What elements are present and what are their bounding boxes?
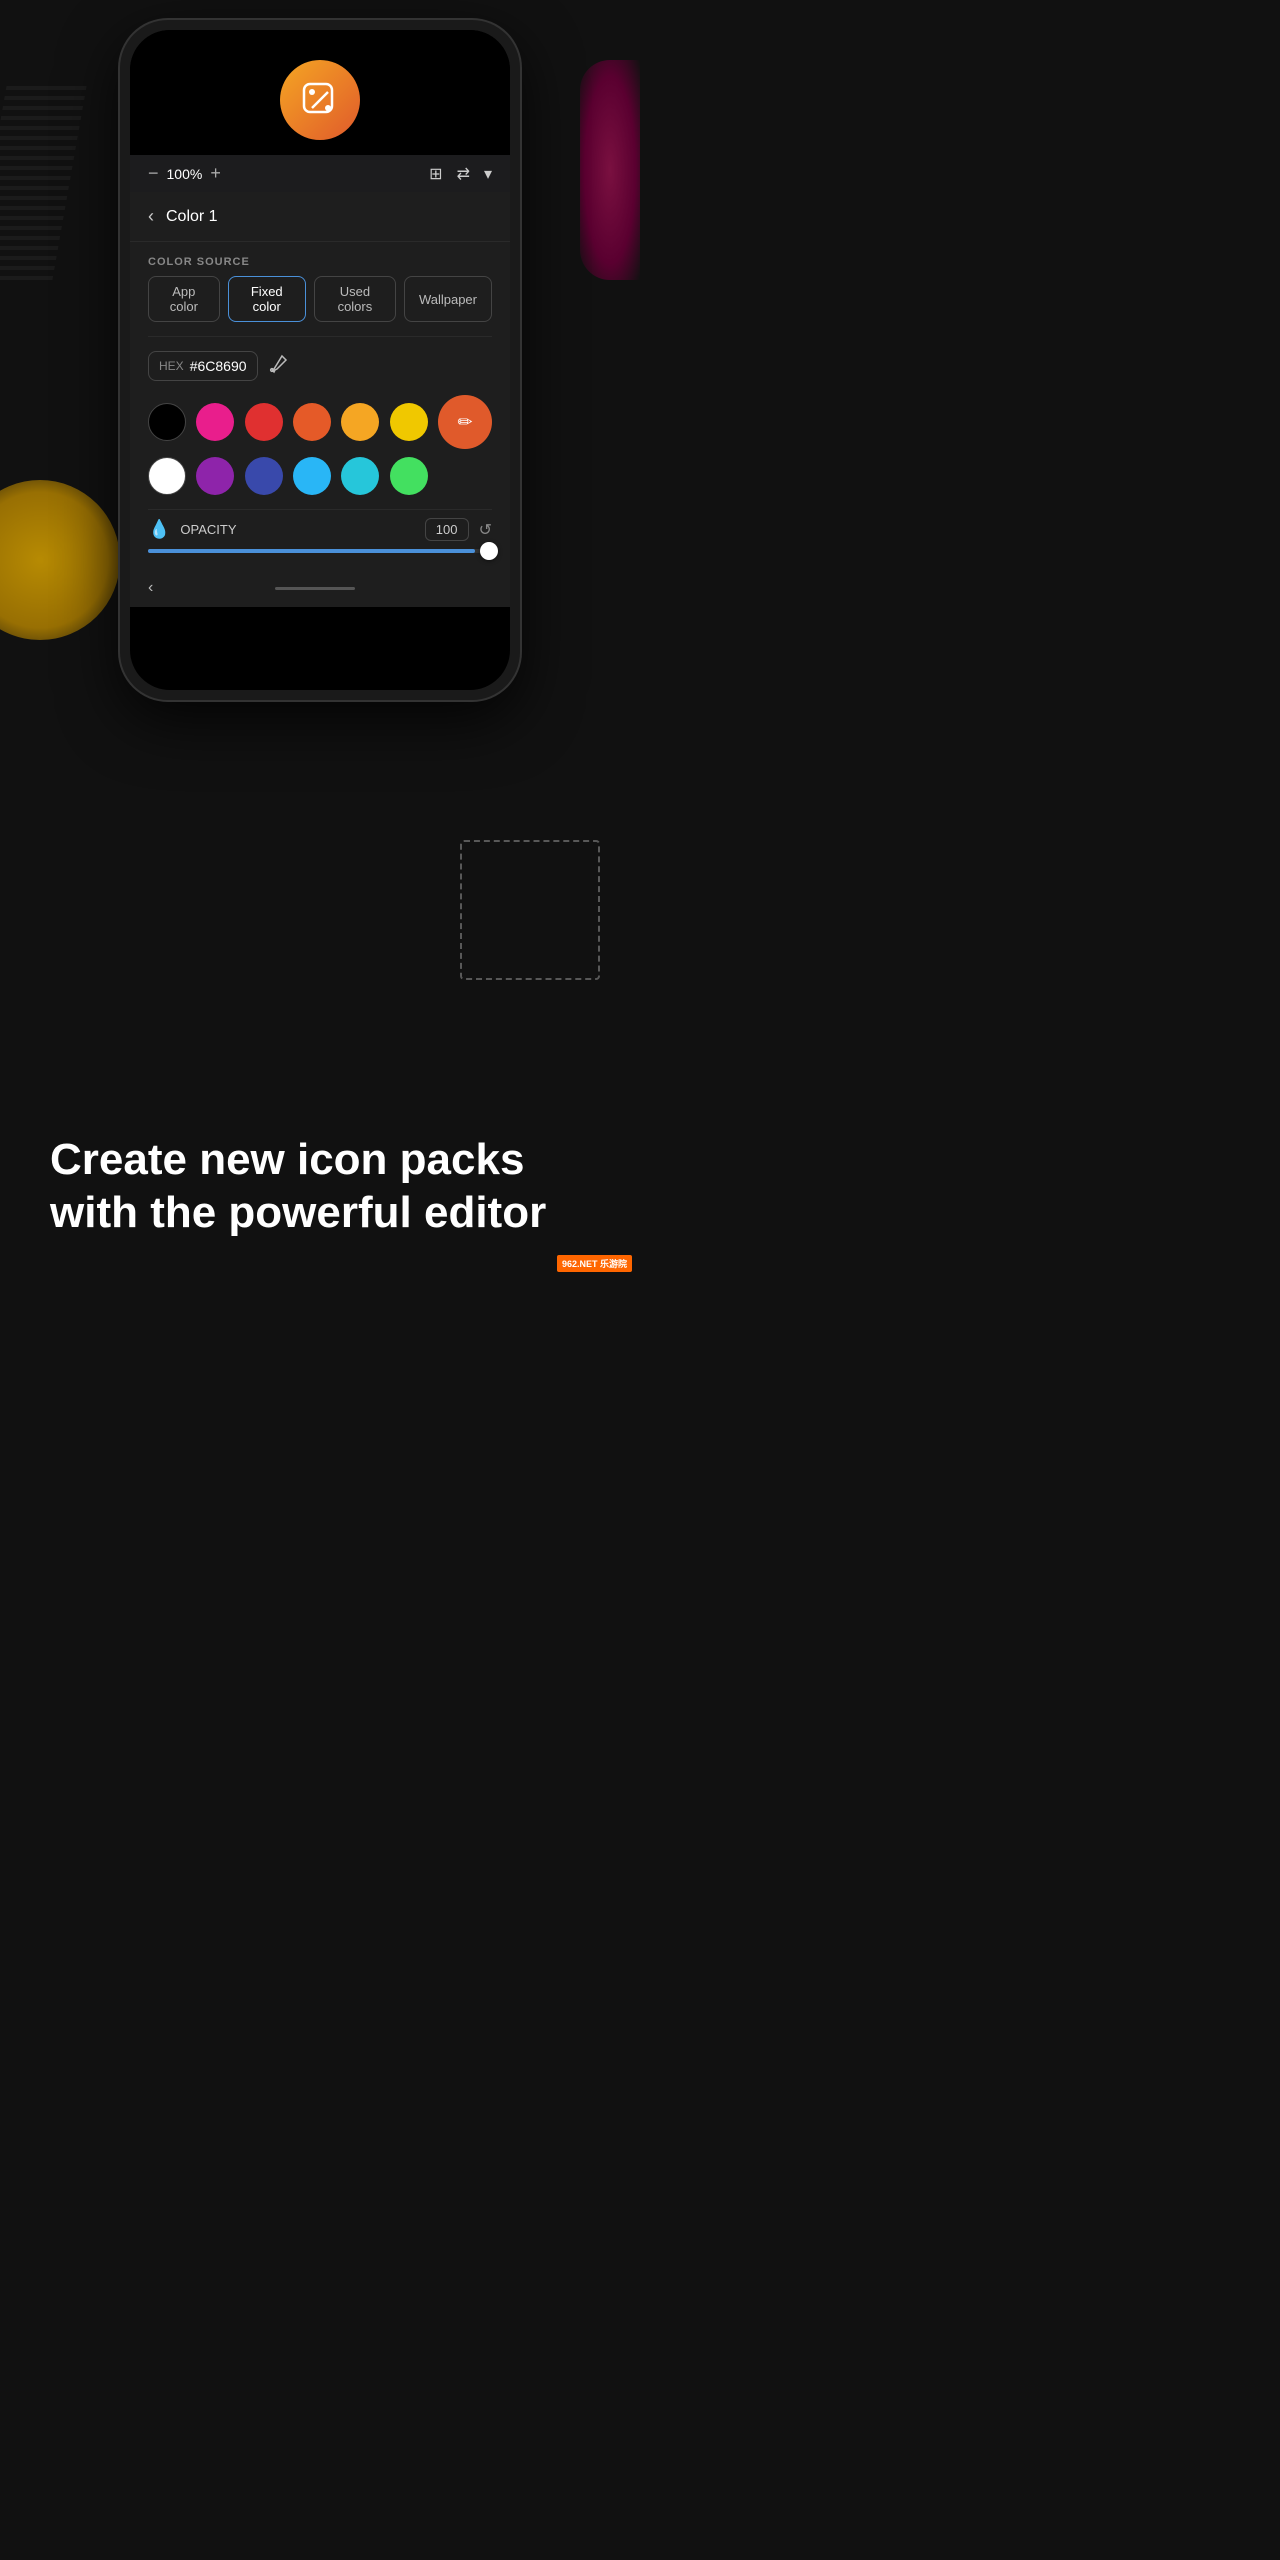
toolbar-right: ⊞ ⇄ ▾	[429, 164, 492, 184]
zoom-minus-button[interactable]: −	[148, 163, 159, 184]
opacity-value[interactable]: 100	[425, 518, 469, 541]
swatch-teal[interactable]	[341, 457, 379, 495]
swatches-grid: ✏	[130, 395, 510, 509]
toolbar-left: − 100% +	[148, 163, 221, 184]
bg-decoration-yellow	[0, 480, 120, 640]
bg-decoration-right	[580, 60, 640, 280]
swatch-red[interactable]	[245, 403, 283, 441]
tab-used-colors[interactable]: Used colors	[314, 276, 396, 322]
dropdown-icon[interactable]: ▾	[484, 164, 492, 184]
swatch-purple[interactable]	[196, 457, 234, 495]
tab-fixed-color[interactable]: Fixed color	[228, 276, 306, 322]
marketing-section: Create new icon packs with the powerful …	[0, 1134, 640, 1240]
eyedropper-button[interactable]	[268, 354, 288, 379]
watermark: 962.NET 乐游院	[557, 1255, 632, 1272]
source-tabs-container: App color Fixed color Used colors Wallpa…	[130, 276, 510, 336]
edit-fab-button[interactable]: ✏	[438, 395, 492, 449]
screenshot-icon[interactable]: ⊞	[429, 164, 442, 184]
bg-decoration-keyboard	[0, 80, 88, 280]
app-icon-svg	[298, 78, 342, 122]
zoom-level: 100%	[167, 166, 203, 182]
home-indicator	[275, 587, 355, 590]
swatch-pink[interactable]	[196, 403, 234, 441]
color-panel: ‹ Color 1 COLOR SOURCE App color Fixed c…	[130, 192, 510, 607]
swatch-orange-red[interactable]	[293, 403, 331, 441]
slider-fill	[148, 549, 475, 553]
hex-input-box[interactable]: HEX #6C8690	[148, 351, 258, 381]
hex-row: HEX #6C8690	[130, 337, 510, 395]
opacity-icon: 💧	[148, 519, 170, 540]
swatch-yellow[interactable]	[390, 403, 428, 441]
marketing-text: Create new icon packs with the powerful …	[50, 1134, 590, 1240]
opacity-label: OPACITY	[180, 522, 414, 537]
color-source-label: COLOR SOURCE	[130, 242, 510, 276]
panel-header: ‹ Color 1	[130, 192, 510, 242]
tab-wallpaper[interactable]: Wallpaper	[404, 276, 492, 322]
dashed-corner-decoration	[460, 840, 600, 980]
bottom-bar: ‹	[130, 569, 510, 607]
reset-opacity-icon[interactable]: ↺	[479, 520, 492, 540]
slider-thumb[interactable]	[480, 542, 498, 560]
opacity-row: 💧 OPACITY 100 ↺	[130, 510, 510, 547]
hex-value: #6C8690	[190, 358, 247, 374]
swatch-black[interactable]	[148, 403, 186, 441]
swatch-blue[interactable]	[245, 457, 283, 495]
back-button[interactable]: ‹	[148, 206, 154, 227]
panel-title: Color 1	[166, 208, 218, 226]
shuffle-icon[interactable]: ⇄	[457, 164, 470, 184]
tab-app-color[interactable]: App color	[148, 276, 220, 322]
phone-screen: − 100% + ⊞ ⇄ ▾ ‹ Color 1 COLOR SOURCE Ap…	[130, 30, 510, 690]
swatch-white[interactable]	[148, 457, 186, 495]
toolbar: − 100% + ⊞ ⇄ ▾	[130, 155, 510, 192]
app-icon	[280, 60, 360, 140]
opacity-slider[interactable]	[148, 549, 492, 553]
app-icon-area	[130, 30, 510, 155]
swatch-green[interactable]	[390, 457, 428, 495]
hex-label: HEX	[159, 359, 184, 373]
phone-frame: − 100% + ⊞ ⇄ ▾ ‹ Color 1 COLOR SOURCE Ap…	[120, 20, 520, 700]
swatch-light-blue[interactable]	[293, 457, 331, 495]
zoom-plus-button[interactable]: +	[210, 163, 221, 184]
bottom-back-button[interactable]: ‹	[148, 579, 153, 597]
swatch-orange[interactable]	[341, 403, 379, 441]
